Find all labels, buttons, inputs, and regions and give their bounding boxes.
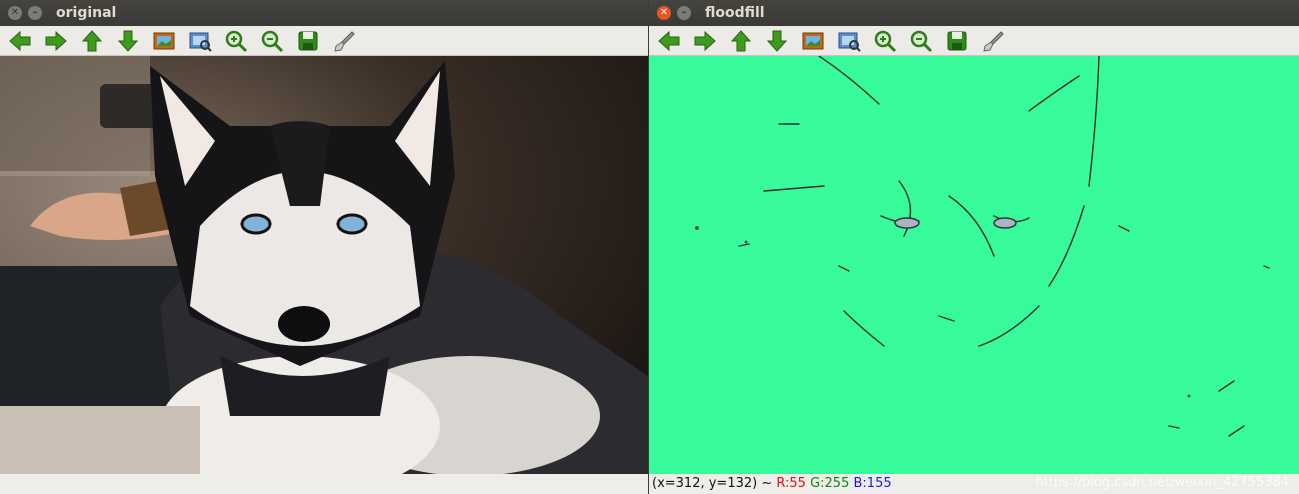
- cursor-coords: (x=312, y=132) ~: [652, 476, 773, 491]
- pixel-green-value: G:255: [810, 476, 850, 491]
- floodfill-result: [649, 56, 1299, 474]
- minimize-button[interactable]: –: [28, 6, 42, 20]
- title-bar: ✕ – original: [0, 0, 648, 26]
- image-icon[interactable]: [799, 29, 827, 53]
- zoom-fit-icon[interactable]: [186, 29, 214, 53]
- arrow-left-icon[interactable]: [6, 29, 34, 53]
- save-icon[interactable]: [943, 29, 971, 53]
- title-bar: ✕ – floodfill: [649, 0, 1299, 26]
- window-title: original: [56, 5, 117, 21]
- minimize-button[interactable]: –: [677, 6, 691, 20]
- window-title: floodfill: [705, 5, 765, 21]
- arrow-down-icon[interactable]: [763, 29, 791, 53]
- zoom-out-icon[interactable]: [258, 29, 286, 53]
- brush-icon[interactable]: [330, 29, 358, 53]
- close-button[interactable]: ✕: [8, 6, 22, 20]
- arrow-up-icon[interactable]: [727, 29, 755, 53]
- image-icon[interactable]: [150, 29, 178, 53]
- status-bar: [0, 474, 648, 494]
- save-icon[interactable]: [294, 29, 322, 53]
- zoom-out-icon[interactable]: [907, 29, 935, 53]
- toolbar: [0, 26, 648, 56]
- image-canvas[interactable]: [649, 56, 1299, 474]
- watermark: https://blog.csdn.net/weixin_42755384: [1035, 475, 1289, 490]
- husky-photo: [0, 56, 648, 474]
- brush-icon[interactable]: [979, 29, 1007, 53]
- close-button[interactable]: ✕: [657, 6, 671, 20]
- zoom-fit-icon[interactable]: [835, 29, 863, 53]
- arrow-down-icon[interactable]: [114, 29, 142, 53]
- arrow-right-icon[interactable]: [691, 29, 719, 53]
- arrow-up-icon[interactable]: [78, 29, 106, 53]
- zoom-in-icon[interactable]: [871, 29, 899, 53]
- original-window: ✕ – original: [0, 0, 648, 494]
- toolbar: [649, 26, 1299, 56]
- zoom-in-icon[interactable]: [222, 29, 250, 53]
- arrow-left-icon[interactable]: [655, 29, 683, 53]
- floodfill-window: ✕ – floodfill (x=312, y=132) ~ R:55 G:25…: [649, 0, 1299, 494]
- pixel-red-value: R:55: [776, 476, 806, 491]
- arrow-right-icon[interactable]: [42, 29, 70, 53]
- pixel-blue-value: B:155: [853, 476, 892, 491]
- image-canvas[interactable]: [0, 56, 648, 474]
